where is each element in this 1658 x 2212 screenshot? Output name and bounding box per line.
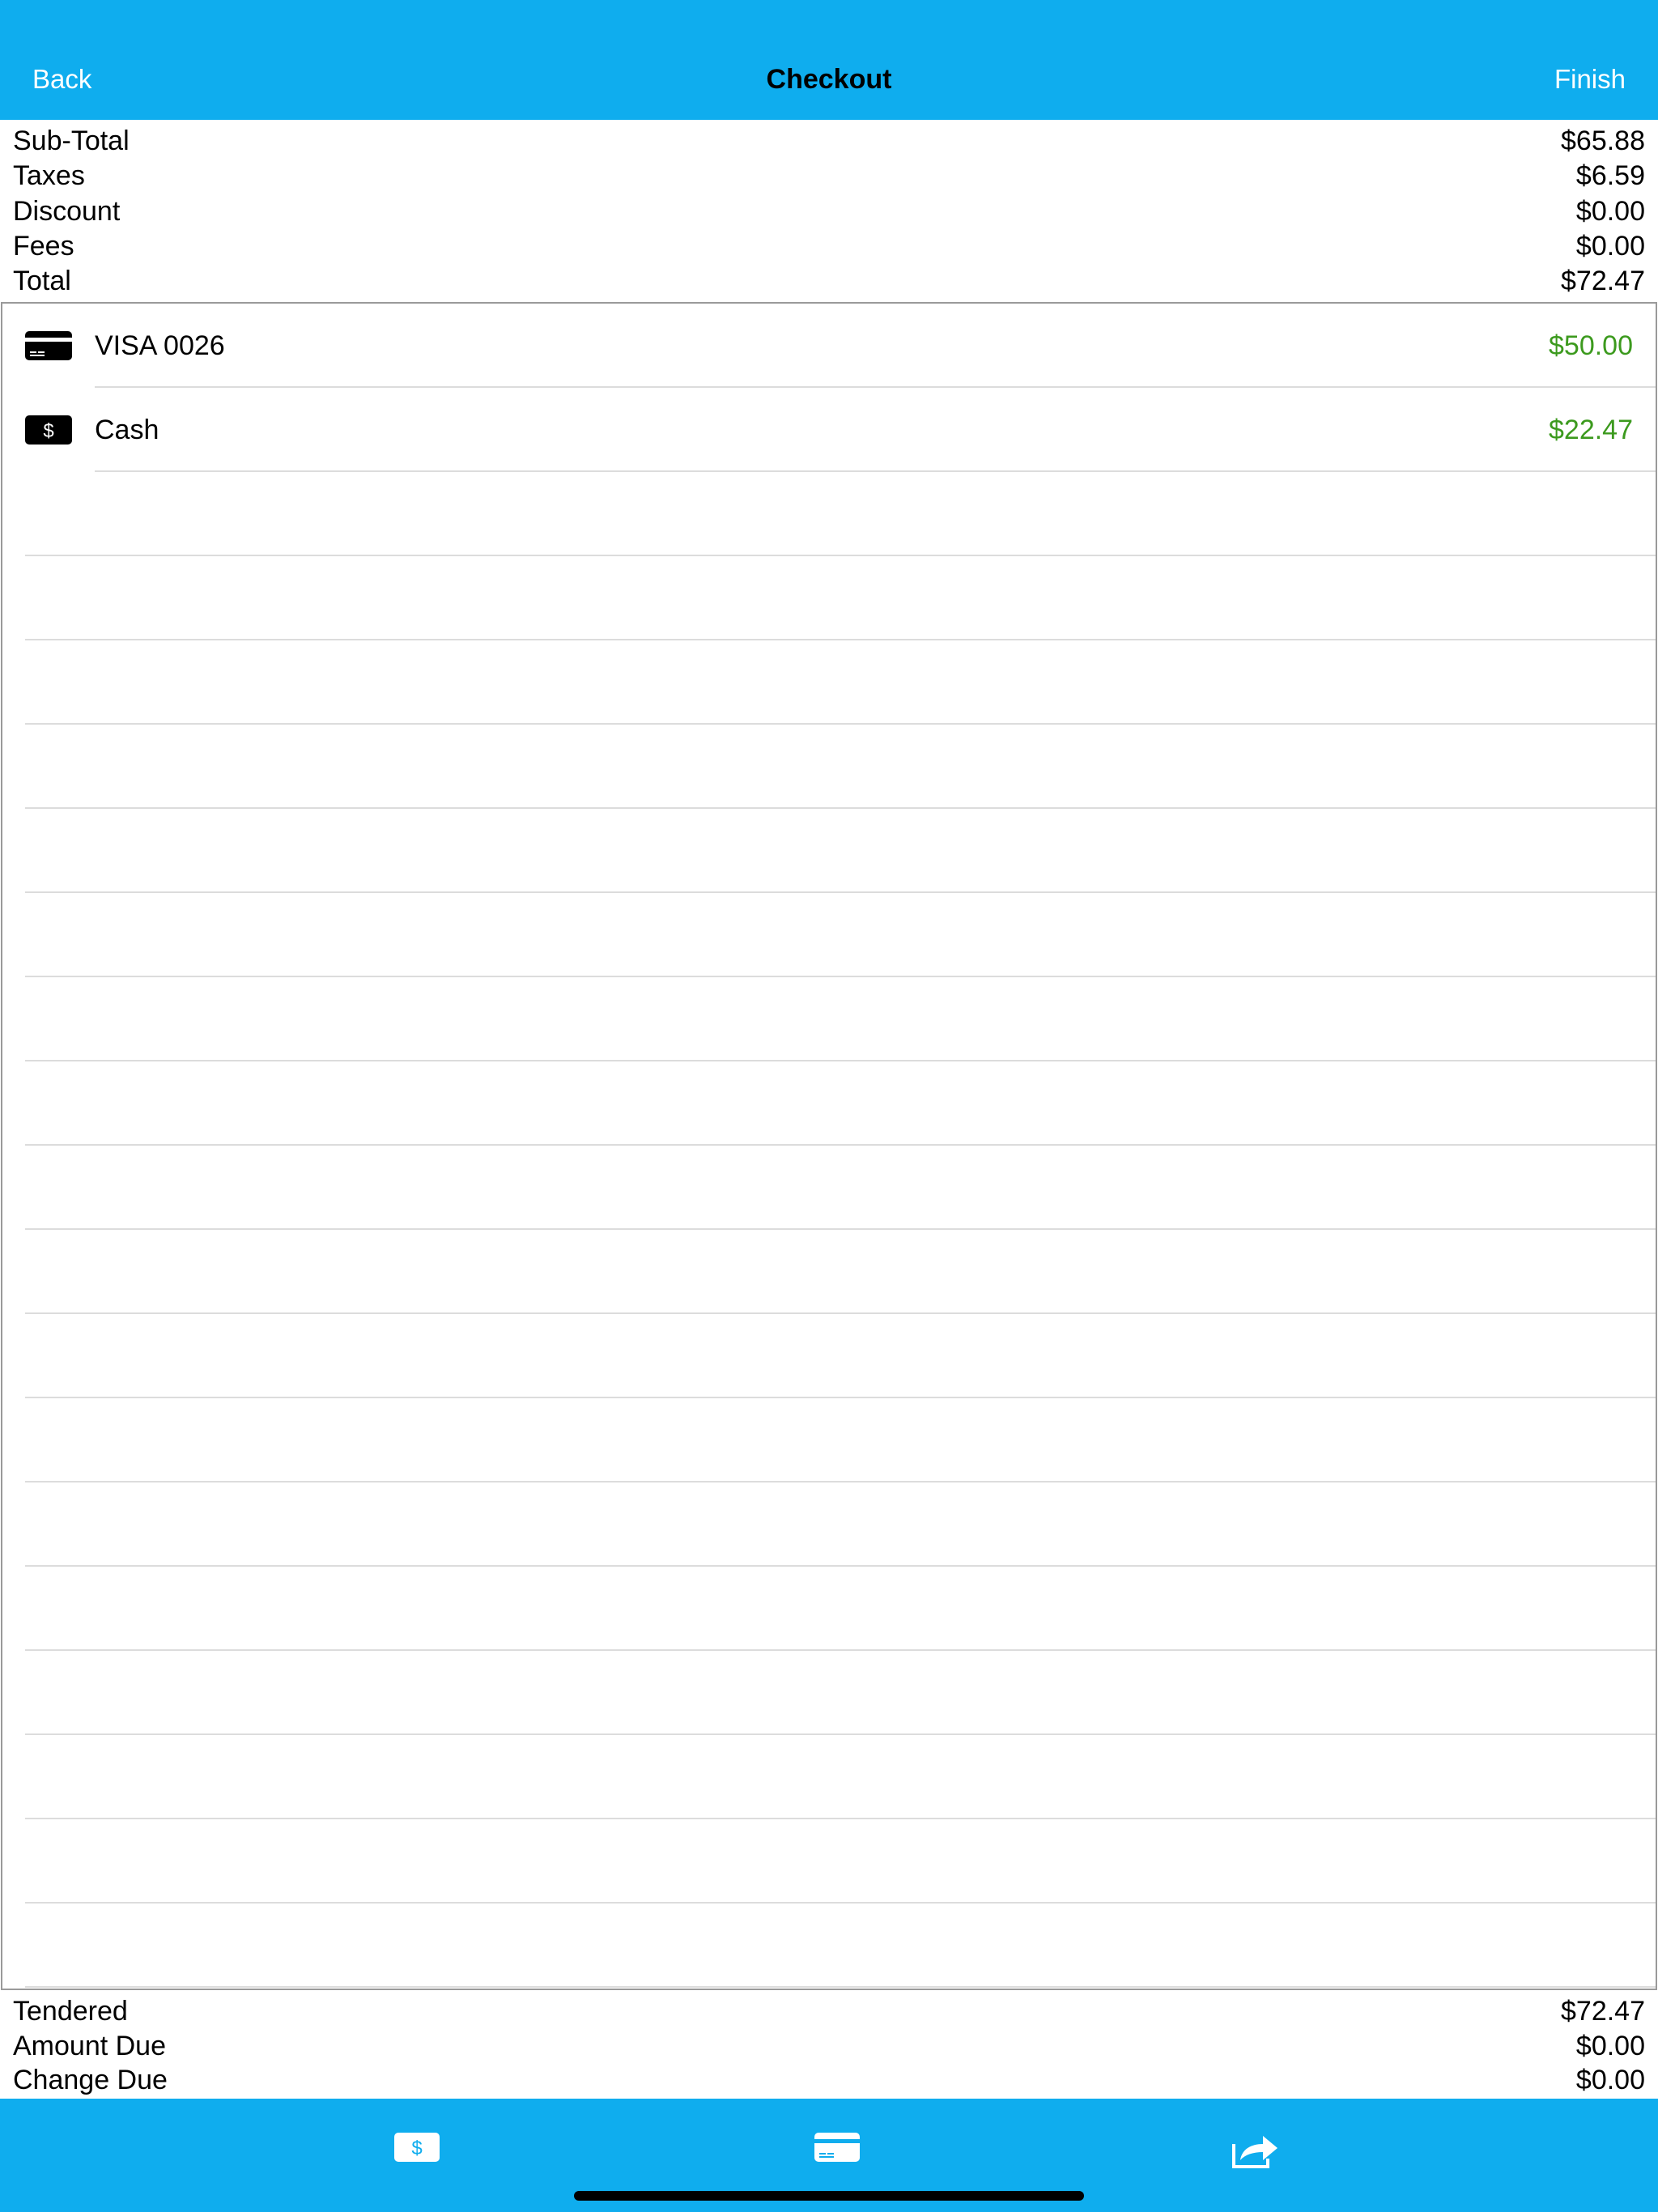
payment-label: Cash [95, 415, 159, 445]
amount-due-label: Amount Due [13, 2031, 166, 2061]
payment-row-card[interactable]: VISA 0026 $50.00 [2, 304, 1656, 388]
fees-value: $0.00 [1575, 231, 1645, 262]
fees-row: Fees $0.00 [13, 228, 1645, 264]
row-divider [25, 639, 1656, 640]
home-indicator [574, 2191, 1084, 2201]
subtotal-row: Sub-Total $65.88 [13, 123, 1645, 159]
total-value: $72.47 [1561, 266, 1645, 296]
discount-label: Discount [13, 196, 121, 227]
row-divider [25, 807, 1656, 809]
cash-payment-button[interactable]: $ [376, 2116, 457, 2189]
row-divider [25, 1818, 1656, 1819]
row-divider [95, 470, 1656, 472]
amount-due-value: $0.00 [1575, 2031, 1645, 2061]
credit-card-icon [25, 331, 72, 360]
total-row: Total $72.47 [13, 263, 1645, 299]
svg-text:$: $ [411, 2138, 422, 2159]
tendered-value: $72.47 [1561, 1996, 1645, 2027]
row-divider [25, 1481, 1656, 1482]
payment-label: VISA 0026 [95, 330, 225, 361]
row-divider [25, 1649, 1656, 1651]
change-due-label: Change Due [13, 2065, 168, 2095]
credit-card-icon [814, 2133, 860, 2162]
row-divider [25, 1228, 1656, 1230]
page-title: Checkout [766, 64, 892, 95]
subtotal-label: Sub-Total [13, 125, 130, 156]
row-divider [25, 555, 1656, 556]
share-icon [1232, 2136, 1278, 2168]
row-divider [25, 1565, 1656, 1567]
svg-text:$: $ [43, 420, 53, 442]
subtotal-value: $65.88 [1561, 125, 1645, 156]
payment-row-cash[interactable]: $ Cash $22.47 [2, 388, 1656, 472]
cash-icon: $ [25, 415, 72, 445]
row-divider [25, 1902, 1656, 1904]
tendered-row: Tendered $72.47 [13, 1993, 1645, 2029]
row-divider [25, 723, 1656, 725]
change-due-row: Change Due $0.00 [13, 2062, 1645, 2098]
row-divider [25, 1144, 1656, 1146]
cash-icon: $ [394, 2133, 440, 2162]
change-due-value: $0.00 [1575, 2065, 1645, 2095]
row-divider [25, 891, 1656, 893]
share-button[interactable] [1213, 2116, 1294, 2189]
row-divider [25, 1733, 1656, 1735]
taxes-value: $6.59 [1575, 160, 1645, 191]
payments-list[interactable]: VISA 0026 $50.00 $ Cash $22.47 [1, 302, 1657, 1990]
row-divider [25, 1060, 1656, 1061]
payment-amount: $22.47 [1549, 415, 1633, 445]
finish-button[interactable]: Finish [1554, 62, 1626, 97]
tendered-label: Tendered [13, 1996, 128, 2027]
discount-row: Discount $0.00 [13, 194, 1645, 229]
row-divider [25, 976, 1656, 977]
total-label: Total [13, 266, 71, 296]
card-payment-button[interactable] [797, 2116, 878, 2189]
row-divider [25, 1397, 1656, 1398]
navigation-bar: Back Checkout Finish [0, 0, 1658, 120]
payment-amount: $50.00 [1549, 330, 1633, 361]
discount-value: $0.00 [1575, 196, 1645, 227]
taxes-row: Taxes $6.59 [13, 158, 1645, 194]
amount-due-row: Amount Due $0.00 [13, 2028, 1645, 2064]
row-divider [25, 1986, 1656, 1988]
row-divider [25, 1312, 1656, 1314]
taxes-label: Taxes [13, 160, 85, 191]
fees-label: Fees [13, 231, 74, 262]
